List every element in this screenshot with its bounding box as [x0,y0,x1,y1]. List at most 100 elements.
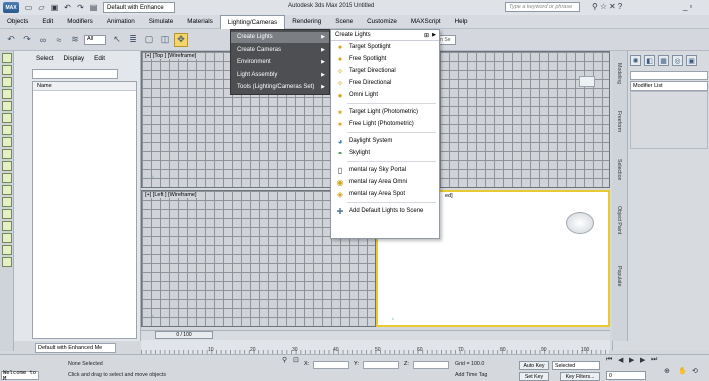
modifier-list-select[interactable]: Modifier List [630,81,708,91]
viewcube-icon[interactable] [566,212,594,234]
strip-tool-icon[interactable] [1,53,12,63]
new-file-icon[interactable]: ▭ [23,2,34,13]
redo-scene-icon[interactable]: ↷ [20,33,34,47]
unlink-icon[interactable]: ≈ [52,33,66,47]
menu-lighting-cameras[interactable]: Lighting/Cameras [219,14,286,29]
ribbon-tab-freeform[interactable]: Freeform [616,111,622,132]
motion-tab-icon[interactable]: ◎ [672,55,683,66]
key-mode-select[interactable]: Selected [552,361,600,370]
go-to-start-icon[interactable]: ⏮ [606,356,612,364]
create-tab-icon[interactable]: ✺ [630,55,641,66]
play-icon[interactable]: ▶ [629,356,634,364]
menu-modifiers[interactable]: Modifiers [60,15,100,29]
strip-tool-icon[interactable] [1,221,12,231]
add-time-tag-button[interactable]: Add Time Tag [455,372,487,378]
orbit-icon[interactable]: ⟲ [692,367,698,375]
menu-daylight-system[interactable]: ◕ Daylight System [331,135,439,147]
ribbon-tab-selection[interactable]: Selection [616,159,622,180]
pin-icon[interactable]: ⊞ [424,32,429,39]
modifier-stack[interactable] [630,91,708,149]
menu-mental-ray-area-spot[interactable]: ◈ mental ray Area Spot [331,188,439,200]
star-icon[interactable]: ☆ [600,2,607,11]
menu-edit[interactable]: Edit [35,15,60,29]
undo-icon[interactable]: ↶ [62,2,73,13]
set-key-button[interactable]: Set Key [519,372,549,381]
selection-filter-select[interactable]: All [84,34,106,45]
minimize-icon[interactable]: _ [683,2,687,11]
object-name-field[interactable] [630,71,708,80]
select-and-move-icon[interactable]: ✥ [174,32,188,47]
menu-free-light-photometric[interactable]: ✶ Free Light (Photometric) [331,118,439,130]
maxscript-listener[interactable]: Welcome to M [1,370,39,381]
menu-create-lights[interactable]: Create Lights ▶ [231,32,329,43]
menu-target-light-photometric[interactable]: ✶ Target Light (Photometric) [331,106,439,118]
bind-space-warp-icon[interactable]: ≋ [68,33,82,47]
strip-tool-icon[interactable] [1,77,12,87]
restore-icon[interactable]: ▫ [689,2,692,11]
ribbon-tab-object-paint[interactable]: Object Paint [616,206,622,234]
pan-icon[interactable]: ✋ [678,367,687,375]
menu-animation[interactable]: Animation [100,15,142,29]
workspace-bottom-select[interactable]: Default with Enhanced Me [35,343,116,353]
y-coord-input[interactable] [363,361,399,369]
open-file-icon[interactable]: ▱ [36,2,47,13]
menu-skylight[interactable]: ◓ Skylight [331,147,439,159]
viewport-left-label[interactable]: [+] [Left ] [Wireframe] [144,192,198,198]
strip-tool-icon[interactable] [1,185,12,195]
menu-tools-lighting[interactable]: Tools (Lighting/Cameras Set) ▶ [231,82,329,93]
menu-free-directional[interactable]: ✧ Free Directional [331,77,439,89]
hierarchy-tab-icon[interactable]: ▦ [658,55,669,66]
menu-help[interactable]: Help [448,15,475,29]
project-folder-icon[interactable]: ▤ [88,2,99,13]
explorer-list[interactable]: Name [32,81,137,339]
strip-tool-icon[interactable] [1,161,12,171]
strip-tool-icon[interactable] [1,89,12,99]
zoom-icon[interactable]: ⊕ [664,367,670,375]
menu-target-directional[interactable]: ✧ Target Directional [331,65,439,77]
strip-tool-icon[interactable] [1,257,12,267]
workspace-select[interactable]: Default with Enhance [103,2,175,13]
select-by-name-icon[interactable]: ≣ [126,33,140,47]
menu-scene[interactable]: Scene [328,15,360,29]
explorer-tab-select[interactable]: Select [36,55,54,62]
menu-customize[interactable]: Customize [360,15,404,29]
explorer-column-header[interactable]: Name [33,82,136,91]
viewport-top-label[interactable]: [+] [Top ] [Wireframe] [144,53,198,59]
save-icon[interactable]: ▣ [49,2,60,13]
next-frame-icon[interactable]: ▶ [640,356,645,364]
menu-add-default-lights[interactable]: ✚ Add Default Lights to Scene [331,205,439,217]
undo-scene-icon[interactable]: ↶ [4,33,18,47]
viewcube-icon[interactable] [579,76,595,87]
menu-objects[interactable]: Objects [0,15,35,29]
selection-region-icon[interactable]: ▢ [142,33,156,47]
binoculars-icon[interactable]: ⚲ [592,2,598,11]
search-input[interactable]: Type a keyword or phrase [505,2,580,12]
ribbon-tab-populate[interactable]: Populate [616,266,622,286]
menu-create-cameras[interactable]: Create Cameras ▶ [231,45,329,56]
strip-tool-icon[interactable] [1,113,12,123]
go-to-end-icon[interactable]: ⏭ [651,356,657,364]
time-slider-thumb[interactable]: 0 / 100 [155,331,213,339]
window-crossing-icon[interactable]: ◫ [158,33,172,47]
ribbon-tab-modeling[interactable]: Modeling [616,63,622,84]
strip-tool-icon[interactable] [1,101,12,111]
selection-lock-icon[interactable]: ⊡ [293,356,299,364]
strip-tool-icon[interactable] [1,245,12,255]
strip-tool-icon[interactable] [1,149,12,159]
explorer-search-input[interactable] [32,69,118,79]
explorer-tab-display[interactable]: Display [64,55,85,62]
menu-mental-ray-sky-portal[interactable]: ▯ mental ray Sky Portal [331,164,439,176]
select-object-icon[interactable]: ↖ [110,33,124,47]
help-icon[interactable]: ? [618,2,622,11]
strip-tool-icon[interactable] [1,209,12,219]
app-logo[interactable]: MAX [0,1,22,15]
menu-maxscript[interactable]: MAXScript [404,15,448,29]
menu-simulate[interactable]: Simulate [142,15,181,29]
strip-tool-icon[interactable] [1,173,12,183]
modify-tab-icon[interactable]: ◧ [644,55,655,66]
auto-key-button[interactable]: Auto Key [519,361,549,370]
previous-frame-icon[interactable]: ◀ [618,356,623,364]
menu-materials[interactable]: Materials [180,15,220,29]
current-frame-field[interactable]: 0 [606,371,646,380]
exchange-icon[interactable]: ✕ [609,2,616,11]
